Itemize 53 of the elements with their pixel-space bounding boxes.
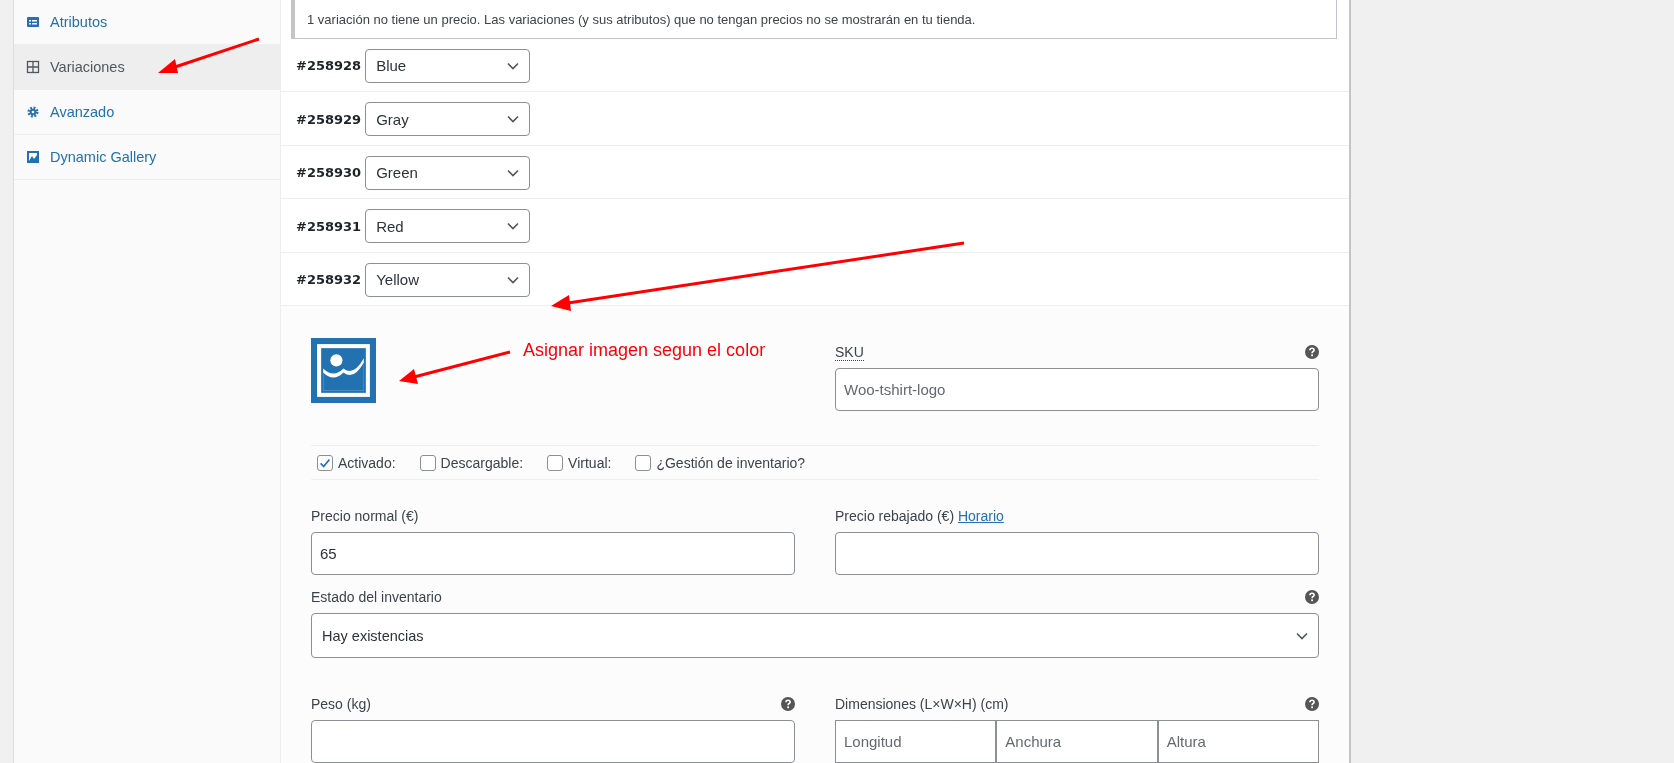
attribute-dropdown[interactable]: Blue [365, 48, 531, 83]
checkbox-label: Descargable: [440, 455, 524, 472]
variation-id: #258931 [296, 218, 362, 234]
help-icon[interactable] [781, 697, 795, 712]
field-label: Precio rebajado (€) Horario [835, 508, 1004, 525]
variation-id: #258929 [296, 111, 362, 127]
dimension-field[interactable]: Anchura [996, 720, 1158, 763]
sidebar-item[interactable]: Variaciones [14, 45, 280, 90]
weight-field[interactable] [311, 720, 795, 763]
stock-status-dropdown[interactable]: Hay existencias [311, 613, 1319, 659]
variation-id: #258928 [296, 58, 362, 74]
checkbox-label: Virtual: [568, 455, 612, 472]
image-upload-icon[interactable] [311, 338, 376, 404]
annotation-text: Asignar imagen segun el color [523, 340, 766, 361]
dimension-field[interactable]: Longitud [835, 720, 997, 763]
checkbox[interactable] [635, 455, 652, 472]
variation-id: #258932 [296, 272, 362, 288]
schedule-link[interactable]: Horario [957, 508, 1004, 525]
attribute-dropdown[interactable]: Yellow [365, 262, 531, 297]
sale-price-field[interactable] [835, 532, 1319, 576]
checkbox[interactable] [419, 455, 436, 472]
help-icon[interactable] [1305, 345, 1319, 360]
notice-message: 1 variación no tiene un precio. Las variaciones (y sus atributos) que no tengan precios no se mostrarán en tu tienda. [291, 0, 1337, 39]
field-label: Dimensiones (L×W×H) (cm) [835, 696, 1009, 713]
field-label: SKU [835, 343, 864, 361]
checkbox-label: Activado: [338, 455, 396, 472]
dimension-field[interactable]: Altura [1157, 720, 1319, 763]
chevron-icon [507, 275, 520, 284]
chevron-icon [507, 222, 520, 231]
field-label: Estado del inventario [311, 589, 442, 606]
checkbox[interactable] [317, 455, 333, 472]
variation-id: #258930 [296, 165, 362, 181]
field-label: Peso (kg) [311, 696, 371, 713]
gear-icon [26, 105, 40, 119]
chevron-icon [507, 115, 520, 124]
list-icon [26, 15, 40, 29]
field-label: Precio normal (€) [311, 508, 419, 525]
grid-icon [26, 60, 40, 74]
chevron-icon [1296, 631, 1308, 640]
chevron-icon [507, 61, 520, 70]
checkbox[interactable] [547, 455, 564, 472]
price-field[interactable]: 65 [311, 532, 795, 576]
chevron-icon [507, 168, 520, 177]
help-icon[interactable] [1305, 697, 1319, 712]
help-icon[interactable] [1305, 590, 1319, 605]
checkbox-label: ¿Gestión de inventario? [656, 455, 806, 472]
gallery-icon [26, 150, 40, 164]
attribute-dropdown[interactable]: Gray [365, 102, 531, 137]
sidebar-item[interactable]: Dynamic Gallery [14, 135, 280, 180]
attribute-dropdown[interactable]: Green [365, 155, 531, 190]
attribute-dropdown[interactable]: Red [365, 209, 531, 244]
sku-field[interactable]: Woo-tshirt-logo [835, 368, 1319, 412]
sidebar-item[interactable]: Avanzado [14, 90, 280, 135]
